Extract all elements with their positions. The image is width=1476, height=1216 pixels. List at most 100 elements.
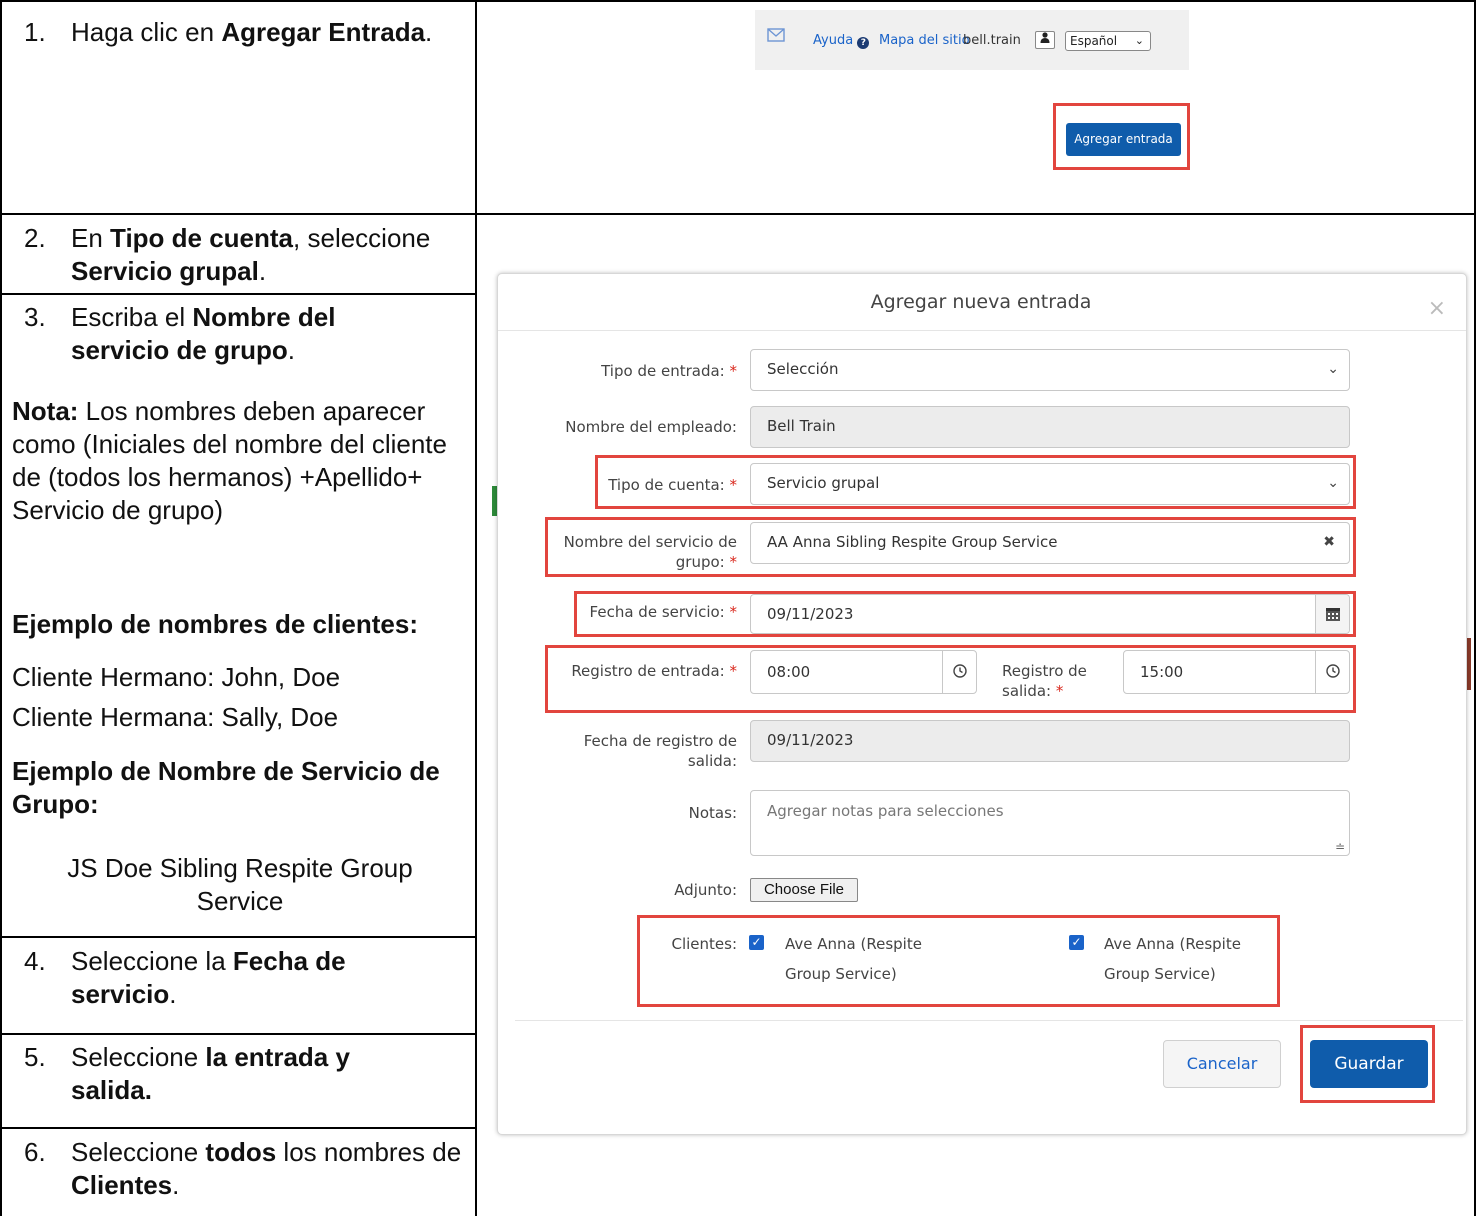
employee-field: Bell Train [750,406,1350,448]
client-checkbox-2[interactable]: ✓ [1069,935,1084,950]
step-text-end: . [169,979,177,1009]
step-bold: Tipo de cuenta [110,223,294,253]
chevron-down-icon: ⌄ [1134,34,1144,47]
table-row-divider-2 [0,293,477,295]
sitemap-link[interactable]: Mapa del sitio [879,33,970,48]
save-button[interactable]: Guardar [1310,1040,1428,1088]
step-text: En [71,223,111,253]
example-client-1: Cliente Hermano: John, Doe [12,662,341,692]
chevron-down-icon: ⌄ [1327,361,1339,377]
step-number: 6. [24,1137,46,1167]
check-out-label-line1: Registro de [1002,662,1087,680]
example-clients-heading: Ejemplo de nombres de clientes: [12,608,468,641]
table-row-divider-1 [0,213,1476,215]
check-in-label: Registro de entrada: * [520,661,737,681]
required-mark: * [1055,682,1064,700]
step-number: 4. [24,946,46,976]
clients-label: Clientes: [671,935,737,953]
step-number: 3. [24,302,46,332]
step-text: Haga clic en [71,17,222,47]
required-mark: * [729,362,738,380]
step-bold: todos [205,1137,277,1167]
step-text: Seleccione [71,1042,206,1072]
entry-type-label: Tipo de entrada: * [520,361,737,381]
notes-textarea[interactable]: Agregar notas para selecciones ≐ [750,790,1350,856]
checkout-date-field: 09/11/2023 [750,720,1350,762]
step-text-mid: , seleccione [293,223,431,253]
note-label: Nota: [12,396,79,426]
checkout-date-label-line1: Fecha de registro de [583,732,737,750]
language-value: Español [1070,34,1118,48]
step-text-mid: los nombres de [276,1137,462,1167]
client-2-line2: Group Service) [1104,965,1216,983]
language-select[interactable]: Español ⌄ [1065,31,1151,51]
check-out-label-line2: salida: [1002,682,1052,700]
calendar-icon[interactable] [1315,595,1349,633]
question-circle-icon: ? [857,37,870,49]
clock-icon[interactable] [942,651,976,693]
check-in-value: 08:00 [767,663,811,681]
step-number: 5. [24,1042,46,1072]
choose-file-button[interactable]: Choose File [750,878,858,902]
note-paragraph: Nota: Los nombres deben aparecer como (I… [12,395,472,527]
example-group-value: JS Doe Sibling Respite Group Service [67,853,413,916]
step-text-end: . [258,256,267,286]
service-date-label-text: Fecha de servicio: [589,603,725,621]
modal-footer-divider [515,1020,1463,1021]
group-name-label-line2: grupo: [675,553,725,571]
required-mark: * [729,603,738,621]
service-date-label: Fecha de servicio: * [520,602,737,622]
entry-type-label-text: Tipo de entrada: [601,362,725,380]
client-1-line1: Ave Anna (Respite [785,935,922,953]
entry-type-select[interactable]: Selección ⌄ [750,349,1350,391]
example-group-heading: Ejemplo de Nombre de Servicio de Grupo: [12,755,452,821]
step-bold-2: Servicio grupal [71,256,259,286]
account-type-value: Servicio grupal [767,474,880,492]
check-out-input[interactable]: 15:00 [1123,650,1350,694]
client-checkbox-1[interactable]: ✓ [749,935,764,950]
modal-header-divider [498,330,1466,331]
app-header-bar: Ayuda ? Mapa del sitio bell.train Españo… [755,10,1189,70]
chevron-down-icon: ⌄ [1327,475,1339,491]
notes-placeholder: Agregar notas para selecciones [767,802,1004,820]
clear-icon[interactable]: ✖ [1323,523,1335,561]
account-type-select[interactable]: Servicio grupal ⌄ [750,463,1350,505]
table-border-top [0,0,1476,2]
check-out-value: 15:00 [1140,663,1184,681]
background-fragment [1467,638,1471,690]
step-text: Escriba el [71,302,193,332]
notes-label: Notas: [688,804,737,822]
account-type-label-text: Tipo de cuenta: [608,476,725,494]
mail-icon[interactable] [767,28,785,42]
example-client-2: Cliente Hermana: Sally, Doe [12,702,339,732]
account-type-label: Tipo de cuenta: * [520,475,737,495]
table-row-divider-5 [0,1127,477,1129]
step-number: 1. [24,17,46,47]
close-icon[interactable]: × [1428,298,1446,320]
resize-handle-icon[interactable]: ≐ [1335,841,1345,853]
clock-icon[interactable] [1315,651,1349,693]
group-name-label: Nombre del servicio de grupo: * [520,532,737,572]
add-entry-button[interactable]: Agregar entrada [1066,123,1181,156]
step-text: Seleccione la [71,946,233,976]
required-mark: * [729,476,738,494]
cancel-button[interactable]: Cancelar [1163,1040,1281,1088]
required-mark: * [729,662,738,680]
step-bold: Agregar Entrada [221,17,426,47]
entry-type-value: Selección [767,360,839,378]
service-date-value: 09/11/2023 [767,605,854,623]
user-icon[interactable] [1035,31,1055,49]
help-link[interactable]: Ayuda ? [813,33,870,49]
modal-title: Agregar nueva entrada [870,291,1092,313]
employee-label: Nombre del empleado: [565,418,737,436]
note-text: Los nombres deben aparecer como (Inicial… [12,396,447,525]
check-in-input[interactable]: 08:00 [750,650,977,694]
step-text: Seleccione [71,1137,206,1167]
group-name-input[interactable]: AA Anna Sibling Respite Group Service ✖ [750,522,1350,564]
step-text-end: . [172,1170,180,1200]
service-date-input[interactable]: 09/11/2023 [750,594,1350,634]
table-row-divider-4 [0,1033,477,1035]
client-1-line2: Group Service) [785,965,897,983]
step-number: 2. [24,223,46,253]
checkout-date-label-line2: salida: [687,752,737,770]
